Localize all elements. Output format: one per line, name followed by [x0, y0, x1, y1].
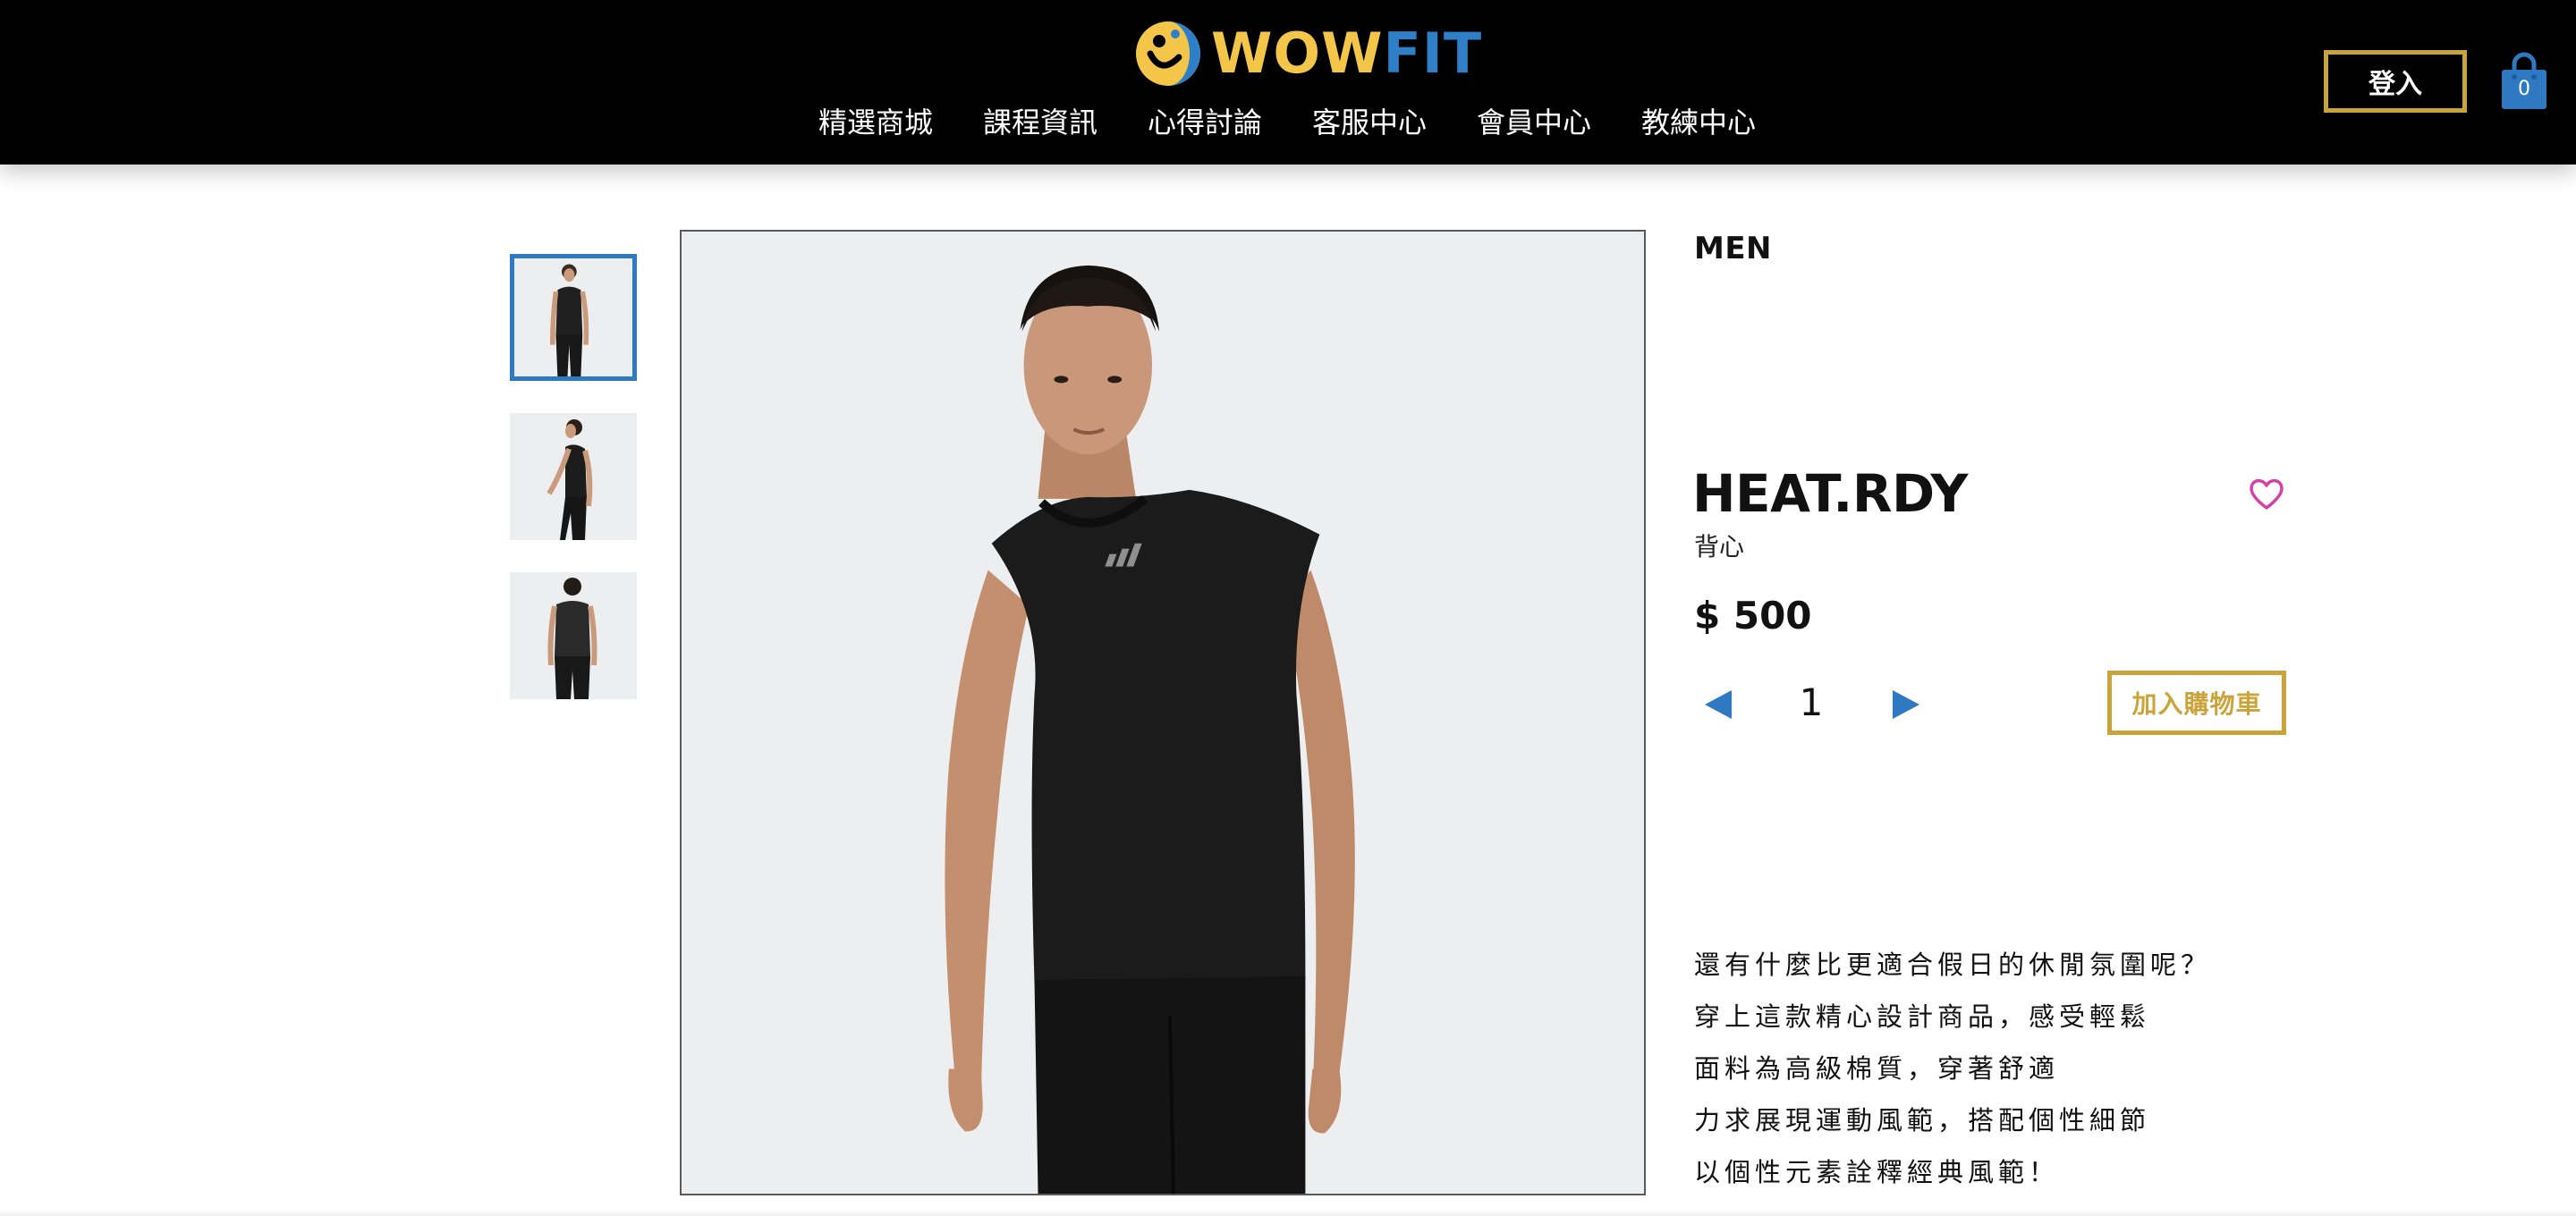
nav-item-shop[interactable]: 精選商城 — [818, 100, 933, 145]
nav-item-courses[interactable]: 課程資訊 — [983, 100, 1097, 145]
product-photo — [682, 232, 1644, 1194]
description-line: 穿上這款精心設計商品，感受輕鬆 — [1694, 1001, 2151, 1032]
quantity-value: 1 — [1799, 680, 1824, 724]
product-subtitle: 背心 — [1694, 532, 1745, 562]
thumbnail-side[interactable] — [510, 413, 637, 540]
thumbnail-front-image — [514, 258, 632, 376]
description-line: 力求展現運動風範，搭配個性細節 — [1694, 1105, 2151, 1136]
description-line: 面料為高級棉質，穿著舒適 — [1694, 1053, 2060, 1084]
cart-count-badge: 0 — [2518, 78, 2530, 100]
product-price: $ 500 — [1694, 594, 1812, 638]
quantity-decrease-icon[interactable] — [1701, 687, 1733, 722]
product-title: HEAT.RDY — [1692, 463, 1968, 524]
description-line: 還有什麼比更適合假日的休閒氛圍呢？ — [1694, 950, 2212, 980]
nav-item-member-center[interactable]: 會員中心 — [1477, 100, 1591, 145]
add-to-cart-button[interactable]: 加入購物車 — [2107, 671, 2286, 735]
login-button[interactable]: 登入 — [2324, 50, 2467, 113]
nav-item-customer-service[interactable]: 客服中心 — [1312, 100, 1427, 145]
logo-word-fit: FIT — [1383, 21, 1483, 86]
nav-item-coach-center[interactable]: 教練中心 — [1641, 100, 1756, 145]
site-logo[interactable]: WOWFIT — [1132, 18, 1482, 89]
product-description: 還有什麼比更適合假日的休閒氛圍呢？ 穿上這款精心設計商品，感受輕鬆 面料為高級棉… — [1694, 939, 2211, 1198]
thumbnail-side-image — [510, 413, 637, 540]
product-category: MEN — [1694, 231, 1773, 266]
site-header: WOWFIT 精選商城 課程資訊 心得討論 客服中心 會員中心 教練中心 登入 … — [0, 0, 2576, 165]
thumbnail-front[interactable] — [510, 254, 637, 381]
thumbnail-back[interactable] — [510, 572, 637, 699]
logo-word-wow: WOW — [1211, 21, 1384, 86]
description-line: 以個性元素詮釋經典風範！ — [1694, 1157, 2060, 1187]
product-main-image — [680, 230, 1646, 1195]
thumbnail-back-image — [510, 572, 637, 699]
heart-icon[interactable] — [2247, 476, 2286, 511]
page-bottom-edge — [0, 1209, 2576, 1216]
logo-wordmark: WOWFIT — [1211, 18, 1482, 89]
main-nav: 精選商城 課程資訊 心得討論 客服中心 會員中心 教練中心 — [0, 100, 2576, 145]
nav-item-discussion[interactable]: 心得討論 — [1148, 100, 1262, 145]
quantity-increase-icon[interactable] — [1891, 687, 1923, 722]
cart-button[interactable]: 0 — [2500, 52, 2548, 111]
wowfit-logo-icon — [1136, 21, 1200, 86]
